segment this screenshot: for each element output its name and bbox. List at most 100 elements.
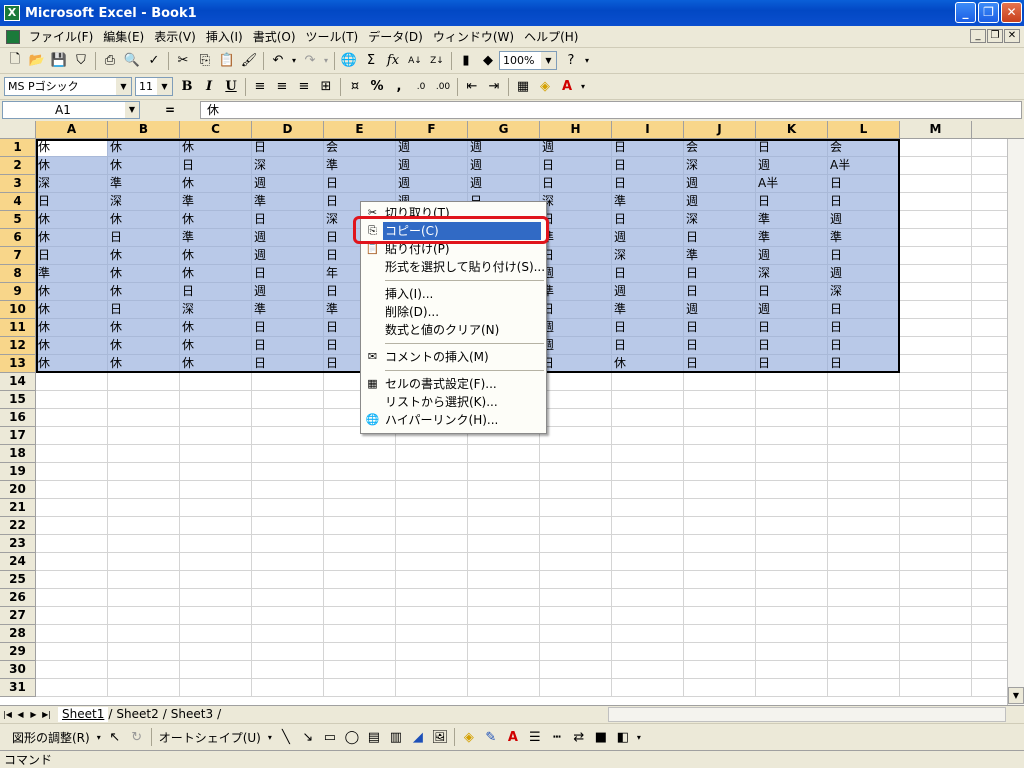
cell[interactable] bbox=[468, 589, 540, 607]
row-header[interactable]: 30 bbox=[0, 661, 36, 679]
cell[interactable] bbox=[252, 535, 324, 553]
minimize-button[interactable]: _ bbox=[955, 2, 976, 23]
cell[interactable] bbox=[540, 409, 612, 427]
cell[interactable] bbox=[684, 607, 756, 625]
cell[interactable]: 深 bbox=[612, 247, 684, 265]
cell[interactable] bbox=[756, 535, 828, 553]
cell[interactable]: 深 bbox=[684, 157, 756, 175]
sheet-tab[interactable]: Sheet2 bbox=[112, 707, 162, 722]
cell[interactable] bbox=[612, 409, 684, 427]
select-all-corner[interactable] bbox=[0, 121, 36, 139]
cell[interactable]: 週 bbox=[828, 211, 900, 229]
cell[interactable] bbox=[540, 553, 612, 571]
cell[interactable]: 日 bbox=[828, 319, 900, 337]
cell[interactable] bbox=[900, 661, 972, 679]
cell[interactable] bbox=[900, 265, 972, 283]
cell[interactable]: 休 bbox=[180, 211, 252, 229]
cell[interactable] bbox=[684, 391, 756, 409]
cell[interactable]: 週 bbox=[252, 175, 324, 193]
menu-item[interactable]: ツール(T) bbox=[301, 27, 364, 47]
sort-descending-icon[interactable]: Z↓ bbox=[426, 51, 448, 71]
cell[interactable] bbox=[900, 373, 972, 391]
cell[interactable] bbox=[756, 571, 828, 589]
cell[interactable] bbox=[324, 553, 396, 571]
cell[interactable] bbox=[900, 211, 972, 229]
cell[interactable] bbox=[36, 535, 108, 553]
sheet-tab[interactable]: Sheet1 bbox=[58, 706, 109, 722]
cell[interactable]: 週 bbox=[612, 229, 684, 247]
cell[interactable] bbox=[180, 535, 252, 553]
cell[interactable] bbox=[612, 661, 684, 679]
cell[interactable]: 日 bbox=[36, 193, 108, 211]
cell[interactable] bbox=[180, 661, 252, 679]
cell[interactable] bbox=[468, 445, 540, 463]
cell[interactable]: 休 bbox=[180, 265, 252, 283]
cell[interactable] bbox=[108, 625, 180, 643]
cell[interactable] bbox=[612, 427, 684, 445]
cell[interactable] bbox=[828, 643, 900, 661]
cell[interactable] bbox=[36, 427, 108, 445]
cell[interactable]: 日 bbox=[684, 355, 756, 373]
cell[interactable] bbox=[756, 427, 828, 445]
toolbar-options-icon[interactable]: ▾ bbox=[578, 77, 588, 97]
cell[interactable] bbox=[900, 229, 972, 247]
cell[interactable] bbox=[540, 499, 612, 517]
cell[interactable]: 休 bbox=[108, 139, 180, 157]
cell[interactable] bbox=[396, 499, 468, 517]
cell[interactable] bbox=[180, 445, 252, 463]
cell[interactable] bbox=[684, 553, 756, 571]
cell[interactable]: 深 bbox=[828, 283, 900, 301]
cell[interactable] bbox=[468, 679, 540, 697]
context-menu-item[interactable]: 数式と値のクリア(N) bbox=[361, 321, 546, 339]
row-header[interactable]: 27 bbox=[0, 607, 36, 625]
cell[interactable] bbox=[612, 391, 684, 409]
cell[interactable]: 日 bbox=[252, 211, 324, 229]
menu-item[interactable]: 書式(O) bbox=[248, 27, 301, 47]
line-color-icon[interactable]: ✎ bbox=[480, 727, 502, 747]
bold-icon[interactable]: B bbox=[176, 77, 198, 97]
doc-minimize-button[interactable]: _ bbox=[970, 29, 986, 43]
cell[interactable]: 休 bbox=[108, 247, 180, 265]
cell[interactable]: 日 bbox=[612, 337, 684, 355]
row-header[interactable]: 20 bbox=[0, 481, 36, 499]
cell[interactable] bbox=[900, 301, 972, 319]
cell[interactable] bbox=[828, 661, 900, 679]
row-header[interactable]: 1 bbox=[0, 139, 36, 157]
cell[interactable] bbox=[252, 499, 324, 517]
column-header[interactable]: F bbox=[396, 121, 468, 139]
cell[interactable] bbox=[612, 499, 684, 517]
column-header[interactable]: C bbox=[180, 121, 252, 139]
shadow-style-icon[interactable]: ■ bbox=[590, 727, 612, 747]
cell[interactable]: 深 bbox=[108, 193, 180, 211]
cell[interactable] bbox=[900, 517, 972, 535]
cell[interactable] bbox=[900, 175, 972, 193]
menu-item[interactable]: 編集(E) bbox=[98, 27, 149, 47]
row-header[interactable]: 17 bbox=[0, 427, 36, 445]
cell[interactable] bbox=[324, 517, 396, 535]
vertical-scrollbar[interactable]: ▲ ▼ bbox=[1007, 121, 1024, 705]
cell[interactable] bbox=[540, 391, 612, 409]
cell[interactable] bbox=[612, 445, 684, 463]
menu-item[interactable]: データ(D) bbox=[363, 27, 428, 47]
cell[interactable] bbox=[540, 625, 612, 643]
restore-button[interactable]: ❐ bbox=[978, 2, 999, 23]
cell[interactable] bbox=[828, 607, 900, 625]
cell[interactable]: 休 bbox=[180, 319, 252, 337]
toolbar-options-icon[interactable]: ▾ bbox=[634, 727, 644, 747]
cell[interactable]: 休 bbox=[108, 265, 180, 283]
copy-icon[interactable]: ⎘ bbox=[194, 51, 216, 71]
select-objects-icon[interactable]: ↖ bbox=[104, 727, 126, 747]
cell[interactable]: 休 bbox=[180, 247, 252, 265]
cell[interactable] bbox=[612, 607, 684, 625]
excel-app-icon[interactable]: X bbox=[4, 5, 20, 21]
cell[interactable]: 日 bbox=[828, 355, 900, 373]
cell[interactable] bbox=[900, 337, 972, 355]
cell[interactable]: 日 bbox=[612, 319, 684, 337]
cell[interactable]: 日 bbox=[684, 265, 756, 283]
cell[interactable]: 週 bbox=[540, 319, 612, 337]
format-painter-icon[interactable]: 🖌 bbox=[238, 51, 260, 71]
cell[interactable]: 準 bbox=[612, 193, 684, 211]
cell[interactable] bbox=[180, 625, 252, 643]
redo-icon[interactable]: ↷ bbox=[299, 51, 321, 71]
cell[interactable] bbox=[108, 409, 180, 427]
